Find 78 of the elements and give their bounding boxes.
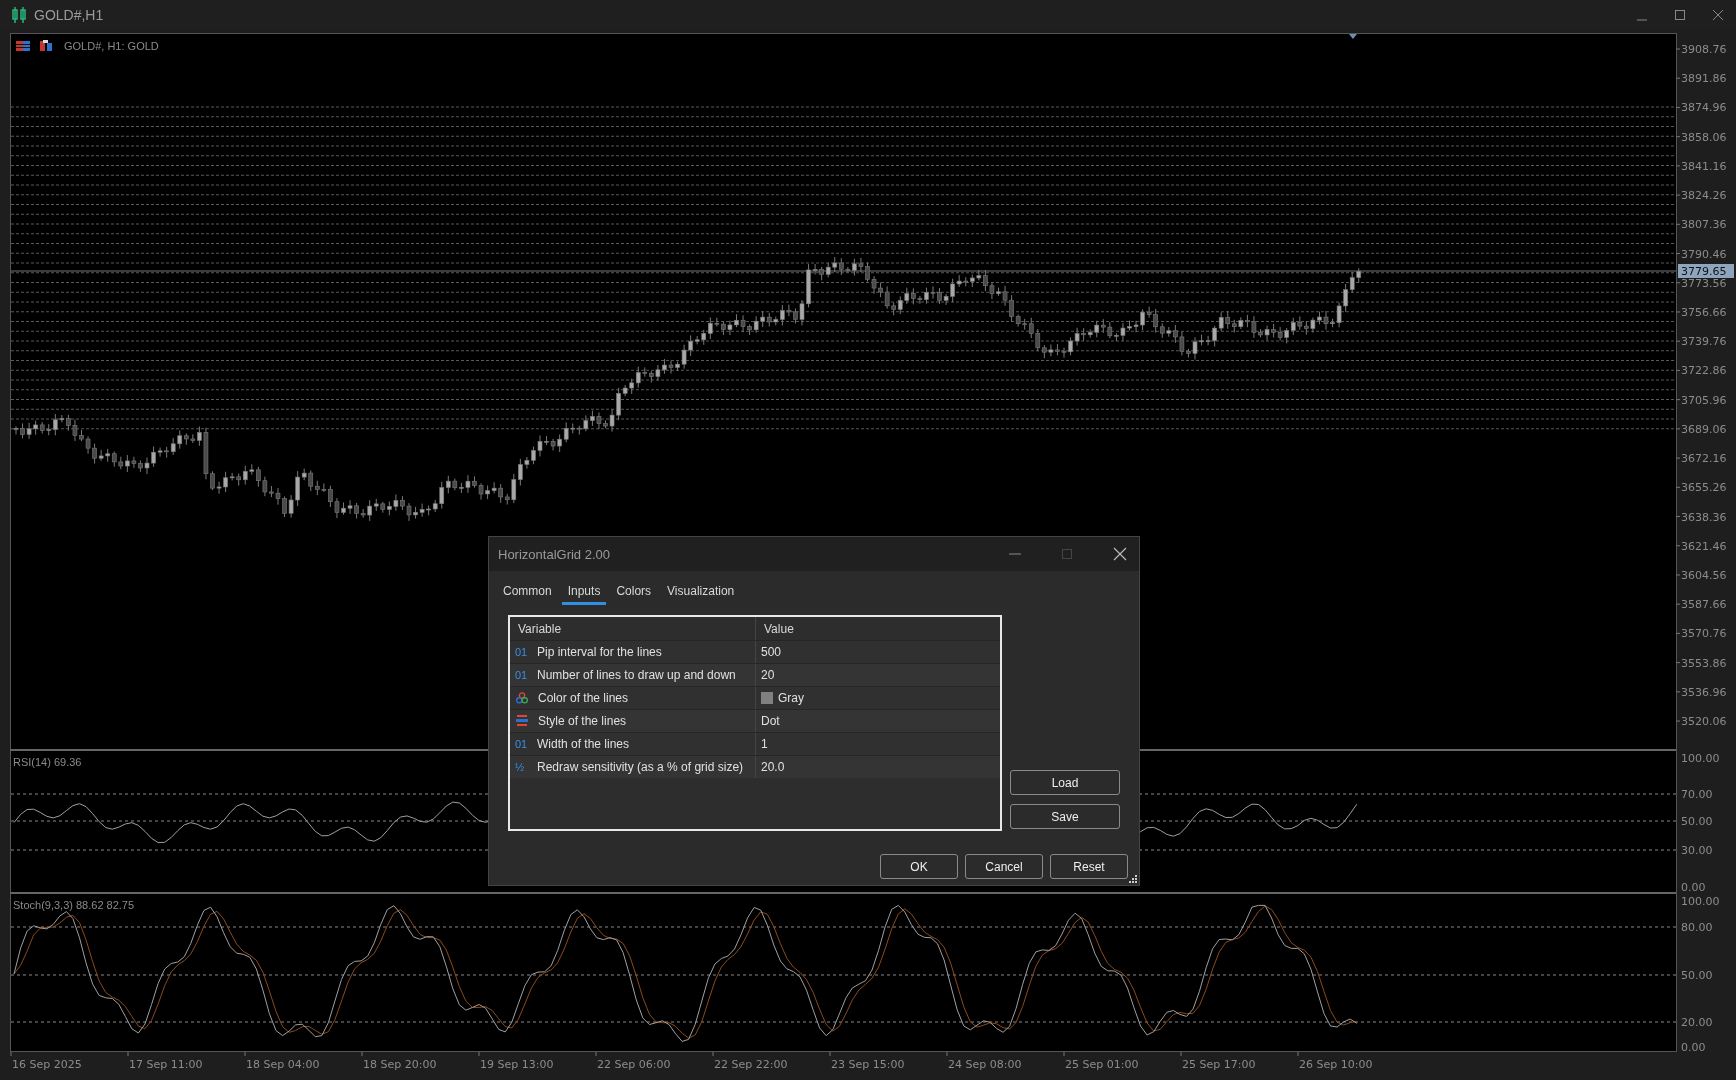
time-label: 18 Sep 04:00	[246, 1058, 320, 1071]
tab[interactable]: Colors	[610, 579, 658, 605]
value-cell[interactable]: 500	[761, 645, 782, 659]
integer-icon: 01	[515, 669, 531, 681]
dialog-title: HorizontalGrid 2.00	[498, 546, 610, 562]
price-label: 3908.76	[1681, 43, 1727, 56]
value-cell[interactable]: 20	[761, 668, 775, 682]
time-label: 24 Sep 08:00	[948, 1058, 1022, 1071]
window-title: GOLD#,H1	[34, 7, 104, 23]
price-label: 3722.86	[1681, 364, 1727, 378]
price-label: 3638.36	[1681, 510, 1727, 524]
stoch-axis-label: 50.00	[1681, 969, 1713, 982]
price-label: 3553.86	[1681, 656, 1727, 670]
price-label: 3672.16	[1681, 452, 1727, 466]
price-label: 3874.96	[1681, 101, 1727, 115]
price-label: 3891.86	[1681, 72, 1727, 86]
price-label: 3689.06	[1681, 422, 1727, 436]
dialog-button[interactable]: Cancel	[965, 854, 1043, 879]
stoch-axis-label: 100.00	[1681, 895, 1720, 908]
rsi-label: RSI(14) 69.36	[13, 756, 82, 768]
current-price-label: 3779.65	[1681, 265, 1727, 278]
time-label: 19 Sep 13:00	[480, 1058, 554, 1071]
price-label: 3536.96	[1681, 685, 1727, 699]
time-label: 22 Sep 22:00	[714, 1058, 788, 1071]
variable-cell: Color of the lines	[538, 691, 629, 705]
time-label: 17 Sep 11:00	[129, 1058, 203, 1071]
price-label: 3587.66	[1681, 598, 1727, 612]
fraction-icon: ½	[515, 761, 531, 773]
dialog-button[interactable]: Reset	[1050, 854, 1128, 879]
variable-cell: Width of the lines	[537, 737, 630, 751]
column-header: Value	[763, 620, 795, 638]
price-label: 3739.76	[1681, 335, 1727, 349]
variable-cell: Redraw sensitivity (as a % of grid size)	[537, 760, 744, 774]
price-label: 3807.36	[1681, 218, 1727, 232]
time-label: 26 Sep 10:00	[1299, 1058, 1373, 1071]
dialog-button[interactable]: OK	[880, 854, 958, 879]
chart-header: GOLD#, H1: GOLD	[64, 40, 159, 52]
price-label: 3790.46	[1681, 247, 1727, 261]
rsi-axis-label: 70.00	[1681, 788, 1713, 801]
time-label: 16 Sep 2025	[12, 1058, 82, 1071]
value-cell[interactable]: Dot	[761, 714, 780, 728]
time-label: 25 Sep 01:00	[1065, 1058, 1139, 1071]
stoch-label: Stoch(9,3,3) 88.62 82.75	[13, 899, 135, 911]
rsi-axis-label: 100.00	[1681, 752, 1720, 765]
stoch-axis-label: 20.00	[1681, 1016, 1713, 1029]
time-label: 25 Sep 17:00	[1182, 1058, 1256, 1071]
price-label: 3621.46	[1681, 539, 1727, 553]
price-label: 3858.06	[1681, 130, 1727, 144]
dialog-button[interactable]: Load	[1010, 770, 1120, 795]
price-label: 3773.56	[1681, 276, 1727, 290]
rsi-axis-label: 0.00	[1681, 881, 1706, 894]
price-label: 3655.26	[1681, 481, 1727, 495]
dialog-button[interactable]: Save	[1010, 804, 1120, 829]
time-label: 22 Sep 06:00	[597, 1058, 671, 1071]
time-label: 23 Sep 15:00	[831, 1058, 905, 1071]
tab[interactable]: Inputs	[561, 579, 607, 605]
value-cell[interactable]: Gray	[778, 691, 804, 705]
stoch-axis-label: 80.00	[1681, 921, 1713, 934]
integer-icon: 01	[515, 646, 531, 658]
integer-icon: 01	[515, 738, 531, 750]
value-cell[interactable]: 1	[761, 737, 768, 751]
variable-cell: Number of lines to draw up and down	[537, 668, 736, 682]
stoch-axis-label: 0.00	[1681, 1041, 1706, 1054]
time-label: 18 Sep 20:00	[363, 1058, 437, 1071]
price-label: 3824.26	[1681, 189, 1727, 203]
price-label: 3756.66	[1681, 306, 1727, 319]
rsi-axis-label: 30.00	[1681, 844, 1713, 857]
tab[interactable]: Common	[497, 579, 558, 605]
value-cell[interactable]: 20.0	[761, 760, 785, 774]
variable-cell: Pip interval for the lines	[537, 645, 662, 659]
tab[interactable]: Visualization	[661, 579, 741, 605]
price-label: 3520.06	[1681, 715, 1727, 729]
rsi-axis-label: 50.00	[1681, 815, 1713, 828]
variable-cell: Style of the lines	[538, 714, 627, 728]
price-label: 3841.16	[1681, 159, 1727, 173]
price-label: 3604.56	[1681, 568, 1727, 582]
price-label: 3570.76	[1681, 627, 1727, 641]
price-label: 3705.96	[1681, 393, 1727, 407]
